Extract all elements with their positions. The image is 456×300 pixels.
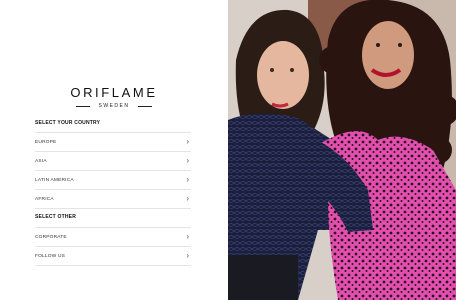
chevron-right-icon: › bbox=[186, 232, 189, 241]
logo-wordmark: ORIFLAME bbox=[70, 85, 158, 100]
chevron-right-icon: › bbox=[186, 251, 189, 260]
oriflame-logo[interactable]: ORIFLAME SWEDEN bbox=[0, 86, 228, 110]
country-item-asia[interactable]: ASIA › bbox=[35, 151, 191, 170]
hero-photo bbox=[228, 0, 456, 300]
country-label: ASIA bbox=[35, 158, 47, 164]
country-selector-panel: ORIFLAME SWEDEN SELECT YOUR COUNTRY EURO… bbox=[0, 0, 228, 300]
other-label: FOLLOW US bbox=[35, 253, 66, 259]
country-label: LATIN AMERICA bbox=[35, 177, 74, 183]
chevron-right-icon: › bbox=[186, 137, 189, 146]
country-label: AFRICA bbox=[35, 196, 54, 202]
logo-line-right bbox=[138, 106, 152, 107]
other-item-corporate[interactable]: CORPORATE › bbox=[35, 227, 191, 246]
select-other-heading: SELECT OTHER bbox=[35, 214, 77, 220]
country-item-latin-america[interactable]: LATIN AMERICA › bbox=[35, 170, 191, 189]
country-item-europe[interactable]: EUROPE › bbox=[35, 132, 191, 151]
select-country-heading: SELECT YOUR COUNTRY bbox=[35, 120, 101, 126]
country-label: EUROPE bbox=[35, 139, 57, 145]
chevron-right-icon: › bbox=[186, 175, 189, 184]
two-women-photo bbox=[228, 0, 456, 300]
chevron-right-icon: › bbox=[186, 156, 189, 165]
country-item-africa[interactable]: AFRICA › bbox=[35, 189, 191, 209]
logo-subline: SWEDEN bbox=[76, 102, 152, 110]
other-label: CORPORATE bbox=[35, 234, 67, 240]
other-item-follow-us[interactable]: FOLLOW US › bbox=[35, 246, 191, 266]
chevron-right-icon: › bbox=[186, 194, 189, 203]
